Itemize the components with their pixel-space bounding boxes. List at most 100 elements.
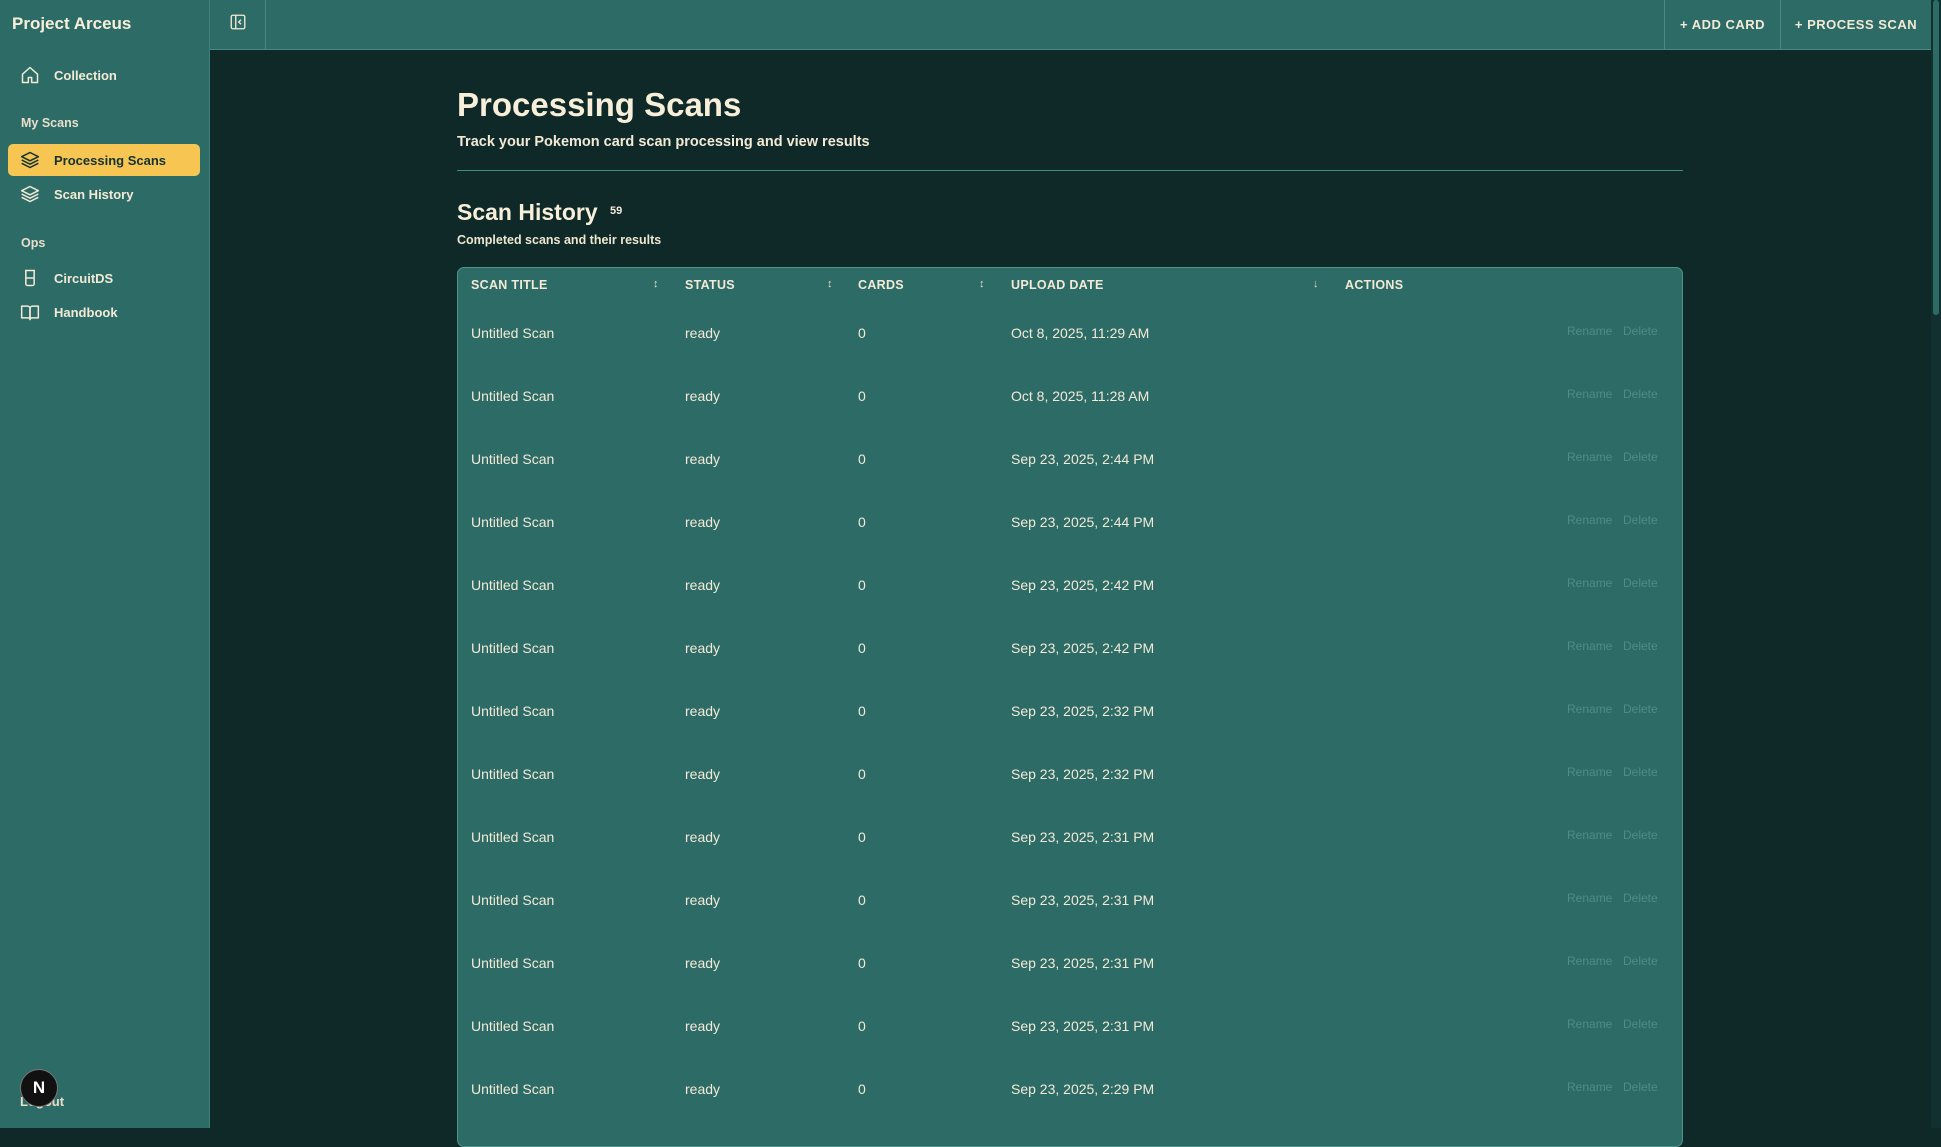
table-row[interactable]: Untitled Scan ready 0 Sep 23, 2025, 2:44 PM… [458, 449, 1682, 512]
cell-upload-date: Oct 8, 2025, 11:28 AM [1011, 388, 1150, 404]
rename-button[interactable]: Rename [1567, 954, 1612, 968]
book-icon [20, 302, 40, 322]
divider [457, 170, 1683, 171]
delete-button[interactable]: Delete [1623, 891, 1658, 905]
column-header-cards[interactable]: CARDS [858, 278, 904, 292]
cell-upload-date: Sep 23, 2025, 2:32 PM [1011, 703, 1155, 719]
topbar: + ADD CARD + PROCESS SCAN [210, 0, 1931, 50]
delete-button[interactable]: Delete [1623, 639, 1658, 653]
cell-status: ready [685, 703, 721, 719]
avatar[interactable]: N [20, 1069, 58, 1107]
table-row[interactable]: Untitled Scan ready 0 Sep 23, 2025, 2:31 PM… [458, 953, 1682, 1016]
table-row[interactable]: Untitled Scan ready 0 Sep 23, 2025, 2:32 PM… [458, 764, 1682, 827]
home-icon [20, 65, 40, 85]
table-row[interactable]: Untitled Scan ready 0 Sep 23, 2025, 2:32 PM… [458, 701, 1682, 764]
table-row[interactable]: Untitled Scan ready 0 Sep 23, 2025, 2:44 PM… [458, 512, 1682, 575]
cell-scan-title: Untitled Scan [471, 955, 555, 971]
delete-button[interactable]: Delete [1623, 450, 1658, 464]
cell-cards: 0 [858, 514, 866, 530]
rename-button[interactable]: Rename [1567, 324, 1612, 338]
section-title: Scan History [457, 199, 598, 225]
cell-cards: 0 [858, 955, 866, 971]
sidebar-item-label: Collection [54, 67, 117, 83]
rename-button[interactable]: Rename [1567, 1080, 1612, 1094]
cell-cards: 0 [858, 829, 866, 845]
delete-button[interactable]: Delete [1623, 387, 1658, 401]
cell-status: ready [685, 766, 721, 782]
delete-button[interactable]: Delete [1623, 954, 1658, 968]
cell-scan-title: Untitled Scan [471, 703, 555, 719]
cell-cards: 0 [858, 892, 866, 908]
delete-button[interactable]: Delete [1623, 513, 1658, 527]
table-row[interactable]: Untitled Scan ready 0 Sep 23, 2025, 2:31 PM… [458, 827, 1682, 890]
sidebar: Project Arceus Collection My Scans Proce… [0, 0, 210, 1128]
cell-cards: 0 [858, 1018, 866, 1034]
sidebar-collapse-icon [229, 13, 247, 36]
rename-button[interactable]: Rename [1567, 639, 1612, 653]
rename-button[interactable]: Rename [1567, 513, 1612, 527]
delete-button[interactable]: Delete [1623, 702, 1658, 716]
sidebar-item-scan-history[interactable]: Scan History [8, 178, 200, 210]
table-row[interactable]: Untitled Scan ready 0 Oct 8, 2025, 11:28 AM… [458, 386, 1682, 449]
column-header-upload-date[interactable]: UPLOAD DATE [1011, 278, 1104, 292]
cell-cards: 0 [858, 1081, 866, 1097]
cell-status: ready [685, 640, 721, 656]
rename-button[interactable]: Rename [1567, 450, 1612, 464]
rename-button[interactable]: Rename [1567, 765, 1612, 779]
cell-scan-title: Untitled Scan [471, 577, 555, 593]
sort-icon[interactable]: ↕ [653, 278, 659, 290]
page-title: Processing Scans [457, 86, 742, 123]
rename-button[interactable]: Rename [1567, 387, 1612, 401]
cell-cards: 0 [858, 766, 866, 782]
table-row[interactable]: Untitled Scan ready 0 Oct 8, 2025, 11:29 AM… [458, 323, 1682, 386]
sidebar-item-circuitds[interactable]: CircuitDS [8, 262, 200, 294]
app-title[interactable]: Project Arceus [12, 14, 131, 34]
count-badge: 59 [610, 205, 623, 217]
rename-button[interactable]: Rename [1567, 1017, 1612, 1031]
sidebar-toggle-button[interactable] [210, 0, 266, 49]
sidebar-item-handbook[interactable]: Handbook [8, 296, 200, 328]
sort-icon[interactable]: ↕ [827, 278, 833, 290]
scan-history-table: SCAN TITLE ↕ STATUS ↕ CARDS ↕ UPLOAD DAT… [457, 267, 1683, 1147]
column-header-actions: ACTIONS [1345, 278, 1404, 292]
column-header-status[interactable]: STATUS [685, 278, 735, 292]
sidebar-item-label: Scan History [54, 186, 134, 202]
delete-button[interactable]: Delete [1623, 324, 1658, 338]
sort-desc-icon[interactable]: ↓ [1313, 278, 1319, 290]
section-label-my-scans: My Scans [21, 116, 79, 130]
sidebar-item-collection[interactable]: Collection [8, 59, 200, 91]
delete-button[interactable]: Delete [1623, 1080, 1658, 1094]
cell-scan-title: Untitled Scan [471, 388, 555, 404]
cell-upload-date: Sep 23, 2025, 2:31 PM [1011, 955, 1155, 971]
scrollbar-thumb[interactable] [1933, 0, 1939, 315]
sidebar-item-processing-scans[interactable]: Processing Scans [8, 144, 200, 176]
cell-scan-title: Untitled Scan [471, 640, 555, 656]
page-subtitle: Track your Pokemon card scan processing … [457, 134, 870, 150]
delete-button[interactable]: Delete [1623, 765, 1658, 779]
cell-upload-date: Sep 23, 2025, 2:32 PM [1011, 766, 1155, 782]
rename-button[interactable]: Rename [1567, 891, 1612, 905]
cell-scan-title: Untitled Scan [471, 766, 555, 782]
column-header-scan-title[interactable]: SCAN TITLE [471, 278, 548, 292]
table-row[interactable]: Untitled Scan ready 0 Sep 23, 2025, 2:29 PM… [458, 1079, 1682, 1142]
cell-status: ready [685, 1018, 721, 1034]
rename-button[interactable]: Rename [1567, 576, 1612, 590]
table-row[interactable]: Untitled Scan ready 0 Sep 23, 2025, 2:42 PM… [458, 638, 1682, 701]
rename-button[interactable]: Rename [1567, 828, 1612, 842]
delete-button[interactable]: Delete [1623, 1017, 1658, 1031]
table-row[interactable]: Untitled Scan ready 0 Sep 23, 2025, 2:42 PM… [458, 575, 1682, 638]
table-row[interactable]: Untitled Scan ready 0 Sep 23, 2025, 2:31 PM… [458, 890, 1682, 953]
page-scrollbar[interactable] [1931, 0, 1941, 1128]
delete-button[interactable]: Delete [1623, 828, 1658, 842]
table-row[interactable]: Untitled Scan ready 0 Sep 23, 2025, 2:31 PM… [458, 1016, 1682, 1079]
cell-upload-date: Sep 23, 2025, 2:42 PM [1011, 640, 1155, 656]
delete-button[interactable]: Delete [1623, 576, 1658, 590]
cell-scan-title: Untitled Scan [471, 892, 555, 908]
rename-button[interactable]: Rename [1567, 702, 1612, 716]
sort-icon[interactable]: ↕ [979, 278, 985, 290]
add-card-button[interactable]: + ADD CARD [1664, 0, 1780, 49]
process-scan-button[interactable]: + PROCESS SCAN [1780, 0, 1931, 49]
section-label-ops: Ops [21, 236, 46, 250]
layers-icon [20, 150, 40, 170]
cell-upload-date: Sep 23, 2025, 2:29 PM [1011, 1081, 1155, 1097]
